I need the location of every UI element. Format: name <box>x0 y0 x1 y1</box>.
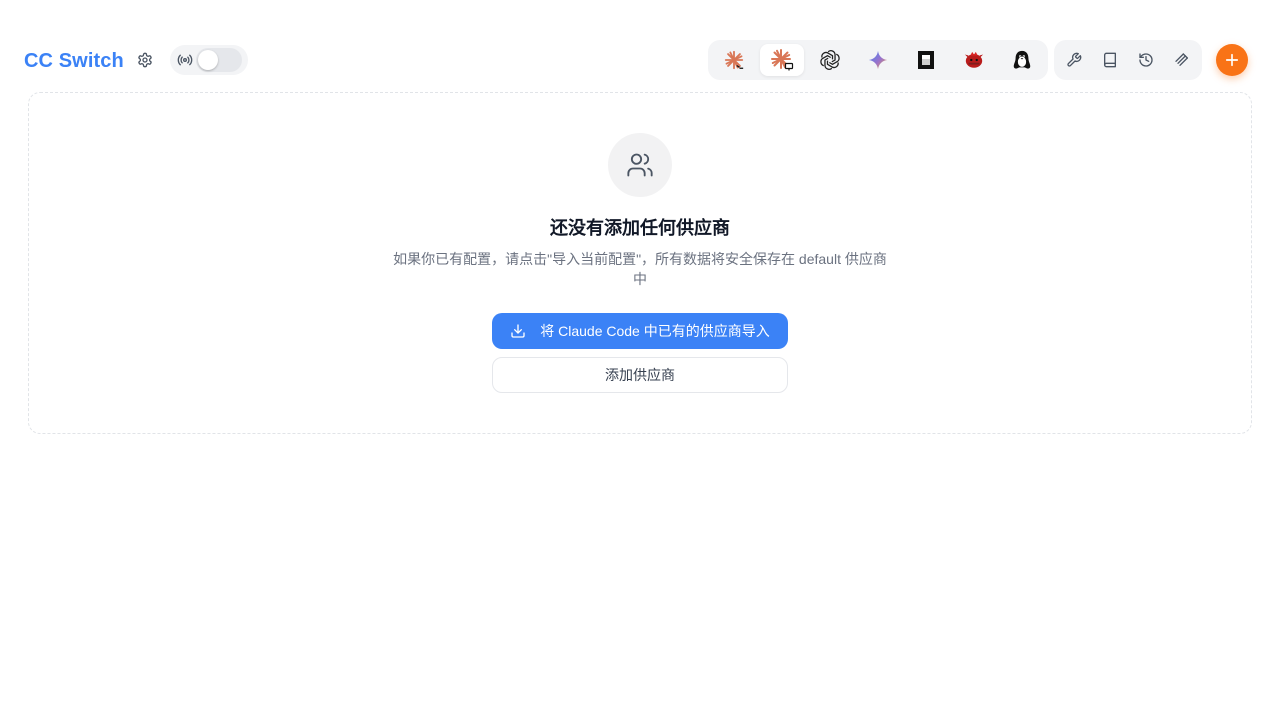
import-config-button[interactable]: 将 Claude Code 中已有的供应商导入 <box>492 313 788 349</box>
app-tab-codex[interactable] <box>808 44 852 76</box>
app-title: CC Switch <box>24 50 124 72</box>
app-tab-claude[interactable] <box>712 44 756 76</box>
gemini-icon <box>868 50 888 70</box>
wrench-icon <box>1067 52 1082 67</box>
add-provider-fab[interactable] <box>1216 44 1248 76</box>
openai-icon <box>820 50 840 70</box>
header: CC Switch <box>0 0 1280 92</box>
opencode-icon <box>918 51 934 69</box>
toggle-knob <box>198 50 218 70</box>
app-tab-opencode[interactable] <box>904 44 948 76</box>
add-provider-label: 添加供应商 <box>605 367 675 383</box>
app-tab-gemini[interactable] <box>856 44 900 76</box>
proxy-control <box>170 45 248 75</box>
app-switcher <box>708 40 1048 80</box>
add-provider-button[interactable]: 添加供应商 <box>492 357 788 393</box>
proxy-toggle[interactable] <box>196 48 242 72</box>
tools-button[interactable] <box>1062 48 1086 72</box>
import-config-label: 将 Claude Code 中已有的供应商导入 <box>540 323 770 339</box>
settings-button[interactable] <box>133 48 157 72</box>
gear-icon <box>138 52 152 68</box>
skills-button[interactable] <box>1170 48 1194 72</box>
empty-state-icon <box>608 133 672 197</box>
claude-desktop-icon <box>771 49 794 71</box>
empty-state-title: 还没有添加任何供应商 <box>550 218 730 238</box>
users-icon <box>627 153 653 177</box>
plus-icon <box>1225 53 1239 67</box>
book-icon <box>1104 52 1116 68</box>
skills-icon <box>1175 53 1188 66</box>
penguin-icon <box>1013 50 1031 69</box>
empty-state-card: 还没有添加任何供应商 如果你已有配置，请点击"导入当前配置"，所有数据将安全保存… <box>28 92 1252 434</box>
red-bird-icon <box>964 51 984 68</box>
download-icon <box>510 323 526 339</box>
app-tab-red-bird[interactable] <box>952 44 996 76</box>
empty-state-description: 如果你已有配置，请点击"导入当前配置"，所有数据将安全保存在 default 供… <box>393 251 887 287</box>
history-button[interactable] <box>1134 48 1158 72</box>
app-tab-penguin[interactable] <box>1000 44 1044 76</box>
history-icon <box>1139 53 1153 67</box>
toolbar <box>1054 40 1202 80</box>
app-tab-claude-desktop[interactable] <box>760 44 804 76</box>
claude-icon <box>724 50 744 70</box>
broadcast-icon <box>177 52 193 68</box>
prompts-button[interactable] <box>1098 48 1122 72</box>
